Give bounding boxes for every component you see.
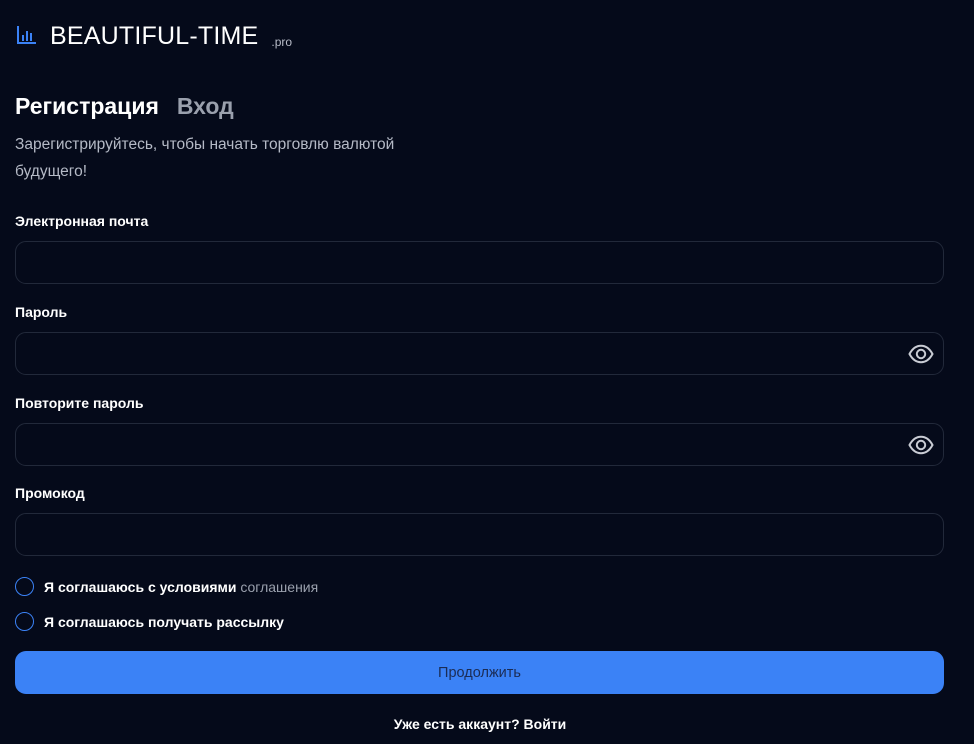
newsletter-agreement-row: Я соглашаюсь получать рассылку	[15, 612, 284, 631]
password-field[interactable]	[16, 333, 943, 374]
terms-agreement-text: Я соглашаюсь с условиями	[44, 578, 237, 595]
brand-name: BEAUTIFUL-TIME	[50, 22, 259, 50]
newsletter-agreement-label: Я соглашаюсь получать рассылку	[44, 613, 284, 630]
page-subtitle: Зарегистрируйтесь, чтобы начать торговлю…	[15, 136, 395, 180]
terms-agreement-row: Я соглашаюсь с условиями соглашения	[15, 577, 318, 596]
promo-field-container	[15, 513, 944, 556]
repeat-password-label: Повторите пароль	[15, 395, 144, 411]
terms-agreement-label: Я соглашаюсь с условиями соглашения	[44, 579, 318, 595]
brand-logo[interactable]: BEAUTIFUL-TIME .pro	[16, 22, 292, 50]
newsletter-checkbox[interactable]	[15, 612, 34, 631]
login-prompt-text: Уже есть аккаунт?	[393, 716, 520, 732]
email-label: Электронная почта	[15, 213, 149, 229]
email-field-container	[15, 241, 944, 284]
auth-tabs: Регистрация Вход	[15, 92, 234, 120]
tab-login[interactable]: Вход	[177, 92, 234, 120]
promo-field[interactable]	[16, 514, 943, 555]
repeat-password-field-container	[15, 423, 944, 466]
brand-suffix: .pro	[271, 35, 293, 49]
login-prompt: Уже есть аккаунт? Войти	[0, 716, 960, 732]
eye-icon[interactable]	[908, 433, 934, 457]
repeat-password-field[interactable]	[16, 424, 943, 465]
password-label: Пароль	[15, 304, 68, 320]
promo-label: Промокод	[15, 485, 85, 501]
email-field[interactable]	[16, 242, 943, 283]
terms-link[interactable]: соглашения	[240, 579, 318, 595]
login-link[interactable]: Войти	[524, 716, 567, 732]
eye-icon[interactable]	[908, 342, 934, 366]
tab-registration[interactable]: Регистрация	[15, 92, 159, 120]
terms-checkbox[interactable]	[15, 577, 34, 596]
continue-button[interactable]: Продолжить	[15, 651, 944, 694]
password-field-container	[15, 332, 944, 375]
bar-chart-icon	[17, 26, 36, 44]
